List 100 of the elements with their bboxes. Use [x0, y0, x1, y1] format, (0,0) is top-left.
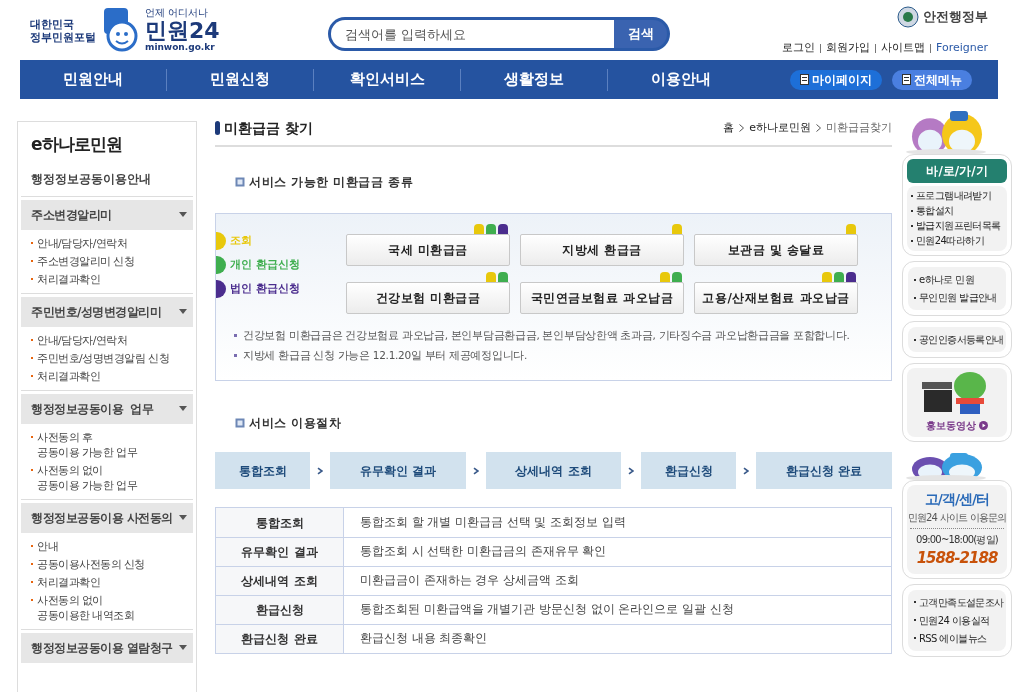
step-box: 상세내역 조회 [485, 452, 622, 489]
step-box: 통합조회 [215, 452, 311, 489]
section-heading: 서비스 이용절차 [249, 415, 342, 432]
nav-item[interactable]: 이용안내 [608, 68, 754, 91]
sidebar-link[interactable]: 사전동의 없이 공동이용한 내역조회 [37, 592, 135, 623]
chevron-icon [816, 124, 821, 132]
step-box: 환급신청 [641, 452, 737, 489]
nav-button[interactable]: 전체메뉴 [892, 69, 972, 90]
nav-item[interactable]: 확인서비스 [314, 68, 460, 91]
chevron-icon [743, 466, 750, 475]
description-cell-text: 통합조회 할 개별 미환급금 선택 및 조회정보 입력 [359, 513, 627, 531]
sidebar-link[interactable]: 처리결과확인 [37, 271, 100, 287]
sidebar-intro: 행정정보공동이용안내 [21, 169, 193, 197]
sidebar-section[interactable]: 주소변경알리미 [21, 199, 193, 230]
quick-link[interactable]: 통합설치 [916, 204, 954, 218]
legend-label: 개인 환급신청 [230, 256, 300, 273]
ministry-name: 안전행정부 [923, 8, 988, 27]
sidebar-link[interactable]: 안내 [37, 538, 58, 554]
breadcrumb-link[interactable]: 홈 [723, 119, 735, 137]
caret-icon [179, 212, 187, 217]
play-icon [979, 421, 988, 430]
quick-link[interactable]: 민원24따라하기 [916, 234, 984, 248]
quick-link[interactable]: 발급지원프린터목록 [916, 219, 1001, 233]
logo-url: minwon.go.kr [145, 42, 216, 52]
sidebar-section[interactable]: 행정정보공동이용 사전동의 [21, 502, 193, 533]
section-heading: 서비스 가능한 미환급금 종류 [249, 174, 414, 191]
center-subtitle: 민원24 사이트 이용문의 [907, 511, 1007, 525]
quick-link[interactable]: 고객만족도설문조사 [919, 594, 1004, 610]
utility-link[interactable]: 회원가입 [826, 40, 870, 57]
portal-label: 대한민국 정부민원포털 [30, 18, 96, 44]
sidebar-link[interactable]: 사전동의 후 공동이용 가능한 업무 [37, 429, 138, 460]
quick-link[interactable]: RSS 에이블뉴스 [919, 630, 987, 646]
service-hours: 09:00~18:00(평일) [916, 533, 998, 547]
refund-type-button[interactable]: 국세 미환급금 [346, 234, 510, 266]
description-cell-text: 통합조회된 미환급액을 개별기관 방문신청 없이 온라인으로 일괄 신청 [359, 601, 735, 619]
quick-link[interactable]: 무인민원 발급안내 [919, 290, 997, 305]
legend-label: 법인 환급신청 [230, 280, 300, 297]
legend-label: 조회 [230, 232, 252, 249]
nav-item[interactable]: 생활정보 [461, 68, 607, 91]
description-cell-text: 미환급금이 존재하는 경우 상세금액 조회 [359, 572, 580, 590]
logo-tagline: 언제 어디서나 [145, 6, 210, 19]
chevron-icon [317, 466, 323, 475]
caret-icon [179, 515, 187, 520]
caret-icon [179, 645, 187, 650]
description-cell-text: 통합조회 시 선택한 미환급금의 존재유무 확인 [359, 543, 608, 561]
quick-links-title: 바/로/가/기 [907, 159, 1007, 183]
caret-icon [179, 406, 187, 411]
sidebar-title: e하나로민원 [30, 133, 123, 156]
quick-link[interactable]: 민원24 이용실적 [919, 612, 990, 628]
chevron-icon [472, 466, 479, 475]
sidebar-section[interactable]: 행정정보공동이용 업무 [21, 393, 193, 424]
quick-link[interactable]: e하나로 민원 [919, 272, 975, 287]
breadcrumb-link[interactable]: e하나로민원 [749, 119, 811, 137]
refund-type-button[interactable]: 국민연금보험료 과오납금 [520, 282, 684, 314]
sidebar-link[interactable]: 사전동의 없이 공동이용 가능한 업무 [37, 462, 138, 493]
sidebar-link[interactable]: 안내/담당자/연락처 [37, 235, 128, 251]
chevron-icon [739, 124, 745, 132]
nav-button[interactable]: 마이페이지 [790, 69, 882, 90]
step-box: 환급신청 완료 [756, 452, 892, 489]
title-marker-icon [215, 121, 220, 135]
utility-link[interactable]: Foreigner [936, 40, 988, 57]
step-name-cell: 환급신청 [216, 596, 344, 624]
step-name-cell: 상세내역 조회 [216, 567, 344, 595]
quick-link[interactable]: 프로그램내려받기 [916, 189, 992, 203]
breadcrumb-link[interactable]: 미환급금찾기 [826, 119, 892, 137]
sidebar-link[interactable]: 공동이용사전동의 신청 [37, 556, 145, 572]
video-label: 홍보동영상 [926, 419, 976, 433]
sidebar-section[interactable]: 행정정보공동이용 열람청구 [21, 632, 193, 663]
step-box: 유무확인 결과 [330, 452, 466, 489]
note-text: 지방세 환급금 신청 가능은 12.1.20일 부터 제공예정입니다. [243, 347, 527, 363]
note-text: 건강보험 미환급금은 건강보험료 과오납금, 본인부담금환급금, 본인부담상한액 초과금, 기타징수금 과오납환급금을 포함합니다. [243, 328, 850, 343]
section-marker-icon [235, 177, 245, 187]
sidebar-link[interactable]: 안내/담당자/연락처 [37, 332, 128, 348]
sidebar-section[interactable]: 주민번호/성명변경알리미 [21, 296, 193, 327]
refund-type-button[interactable]: 고용/산재보험료 과오납금 [694, 282, 858, 314]
emblem-icon [897, 6, 919, 28]
nav-item[interactable]: 민원신청 [167, 68, 313, 91]
caret-icon [179, 309, 187, 314]
step-name-cell: 통합조회 [216, 508, 344, 537]
page-icon [800, 74, 809, 85]
sidebar-link[interactable]: 주민번호/성명변경알림 신청 [37, 350, 170, 366]
sidebar-link[interactable]: 처리결과확인 [37, 368, 100, 384]
page-icon [902, 74, 911, 85]
phone-number: 1588-2188 [916, 548, 998, 569]
sidebar-link[interactable]: 주소변경알리미 신청 [37, 253, 135, 269]
refund-type-button[interactable]: 보관금 및 송달료 [694, 234, 858, 266]
sidebar-link[interactable]: 처리결과확인 [37, 574, 100, 590]
step-name-cell: 유무확인 결과 [216, 538, 344, 566]
description-cell-text: 환급신청 내용 최종확인 [359, 630, 489, 648]
logo-text: 민원24 [145, 18, 220, 43]
refund-type-button[interactable]: 건강보험 미환급금 [346, 282, 510, 314]
utility-link[interactable]: 로그인 [782, 40, 815, 57]
refund-type-button[interactable]: 지방세 환급금 [520, 234, 684, 266]
nav-item[interactable]: 민원안내 [20, 68, 166, 91]
step-name-cell: 환급신청 완료 [216, 625, 344, 653]
section-marker-icon [235, 418, 245, 428]
utility-link[interactable]: 사이트맵 [881, 40, 925, 57]
page-title: 미환급금 찾기 [224, 118, 313, 138]
center-title: 고/객/센/터 [924, 490, 990, 509]
chevron-icon [628, 466, 635, 475]
